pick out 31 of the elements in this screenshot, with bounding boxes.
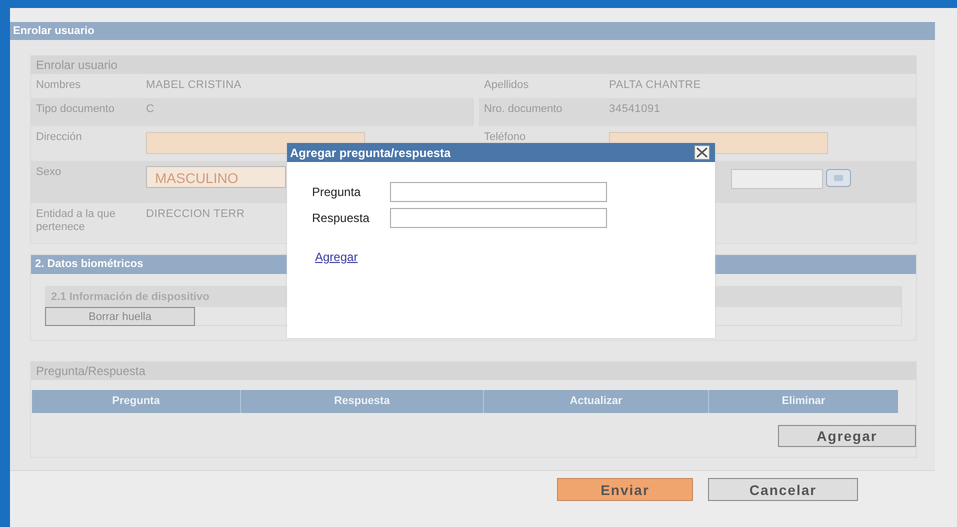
- field-label: Dirección: [36, 131, 83, 144]
- submit-button[interactable]: Enviar: [557, 478, 693, 501]
- field-label: Pregunta: [312, 185, 362, 199]
- field-value: DIRECCION TERR: [146, 208, 245, 220]
- field-label: Sexo: [36, 166, 62, 179]
- field-label: Entidad a la que pertenece: [36, 208, 117, 234]
- field-label: Apellidos: [484, 79, 530, 92]
- input-field[interactable]: [731, 169, 823, 189]
- field-value: PALTA CHANTRE: [609, 79, 701, 91]
- close-icon[interactable]: [694, 145, 710, 160]
- column-header: Pregunta: [32, 390, 241, 413]
- section-header: Enrolar usuario: [31, 56, 916, 74]
- column-header: Actualizar: [484, 390, 709, 413]
- field-label: Teléfono: [484, 131, 527, 144]
- field-label: Tipo documento: [36, 103, 116, 116]
- picker-button-icon[interactable]: [826, 169, 851, 187]
- panel-header: Enrolar usuario: [10, 22, 935, 40]
- section-header: Pregunta/Respuesta: [31, 362, 916, 380]
- add-button[interactable]: Agregar: [778, 425, 916, 447]
- field-label: Respuesta: [312, 211, 370, 225]
- field-value: 34541091: [609, 103, 660, 115]
- dialog-title: Agregar pregunta/respuesta: [290, 146, 451, 160]
- field-value: MABEL CRISTINA: [146, 79, 242, 91]
- field-value: C: [146, 103, 154, 115]
- input-field[interactable]: [390, 208, 607, 228]
- column-header: Respuesta: [241, 390, 484, 413]
- input-field[interactable]: [390, 182, 607, 202]
- field-label: Nombres: [36, 79, 82, 92]
- cancel-button[interactable]: Cancelar: [708, 478, 858, 501]
- field-label: Nro. documento: [484, 103, 564, 116]
- column-header: Eliminar: [780, 394, 826, 409]
